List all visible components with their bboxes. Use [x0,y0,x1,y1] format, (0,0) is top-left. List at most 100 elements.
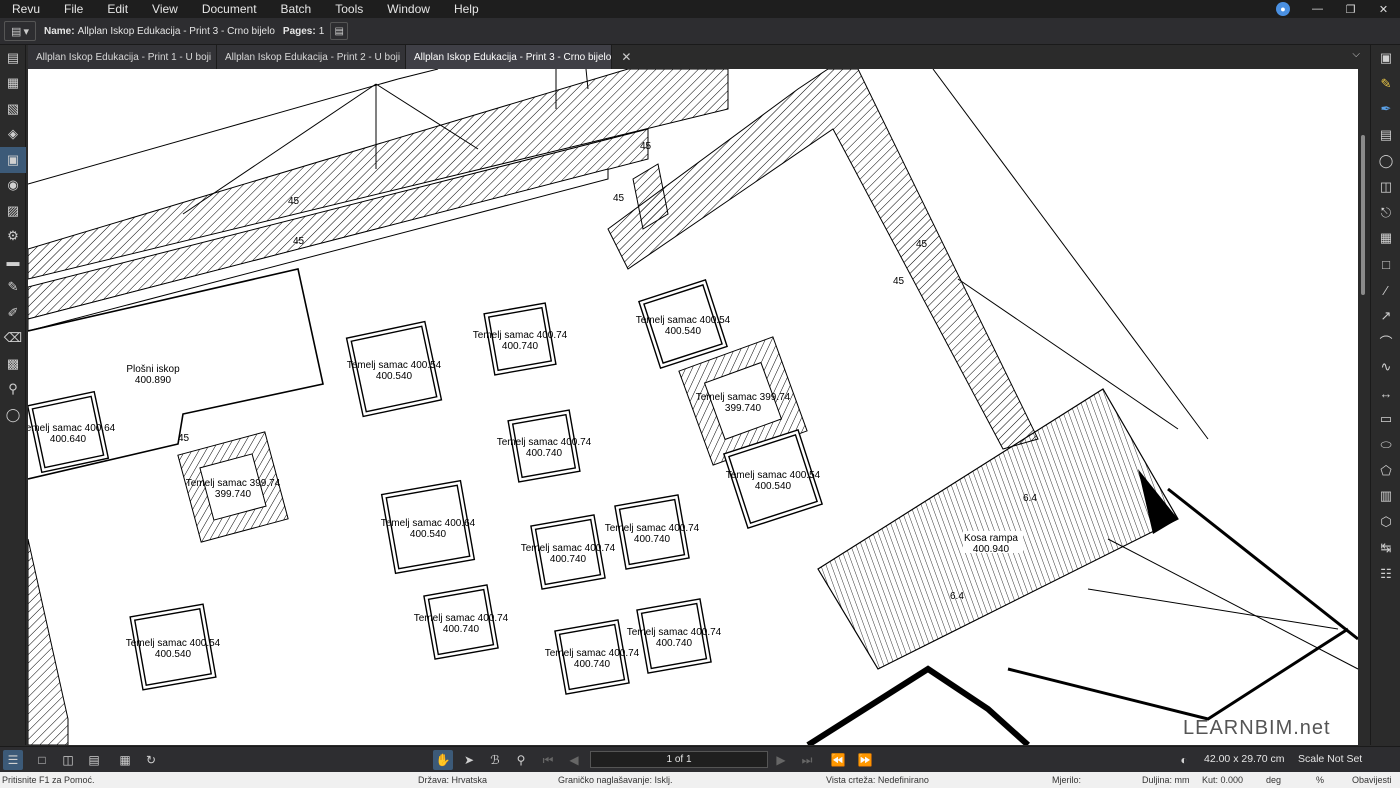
tab-list-chevron-icon[interactable]: ⌵ [1352,49,1360,60]
foundation-name: Temelj samac 400.54 [726,470,821,481]
forms-icon[interactable]: ✎ [0,275,26,301]
pan-hand-icon[interactable]: ✋ [433,750,453,770]
snapshot-icon[interactable]: □ [1371,251,1400,277]
foundation-elevation: 400.540 [665,326,702,337]
perimeter-icon[interactable]: ⬡ [1371,509,1400,535]
bookmarks-icon[interactable]: ▧ [0,96,26,122]
user-account-icon[interactable]: ● [1276,2,1290,16]
foundation-name: Temelj samac 400.54 [347,360,442,371]
split-horizontal-icon[interactable]: ▤ [84,750,104,770]
tool-chest-icon[interactable]: ▣ [0,147,26,173]
arrow-icon[interactable]: ↗ [1371,303,1400,329]
slope-label: 45 [288,196,300,207]
dimension-icon[interactable]: ↔ [1371,380,1400,406]
status-country: Država: Hrvatska [418,775,488,785]
menu-view[interactable]: View [140,0,190,18]
note-icon[interactable]: ◫ [1371,174,1400,200]
document-menu-button[interactable]: ▤ ▾ [4,21,36,41]
next-page-icon[interactable]: ▶ [771,750,791,770]
contrast-icon[interactable]: ◐ [1174,750,1194,770]
properties-icon[interactable]: ⚙ [0,224,26,250]
tab-label: Allplan Iskop Edukacija - Print 3 - Crno… [414,51,612,63]
plosni-iskop-elev: 400.890 [135,375,172,386]
stamp-icon[interactable]: ⎋ [1371,200,1400,226]
menu-help[interactable]: Help [442,0,491,18]
menu-window[interactable]: Window [375,0,442,18]
close-window-icon[interactable]: ✕ [1367,0,1400,18]
pen-icon[interactable]: ✒ [1371,97,1400,123]
name-value: Allplan Iskop Edukacija - Print 3 - Crno… [77,25,275,37]
slope-label: 45 [613,193,625,204]
menu-file[interactable]: File [52,0,95,18]
restore-icon[interactable]: ❐ [1334,0,1367,18]
sign-icon[interactable]: ✐ [0,300,26,326]
signatures-icon[interactable]: ▨ [0,198,26,224]
menu-document[interactable]: Document [190,0,269,18]
file-access-icon[interactable]: ▤ [0,45,26,71]
split-vertical-icon[interactable]: ◫ [58,750,78,770]
rectangle-icon[interactable]: ▭ [1371,406,1400,432]
foundation-elevation: 400.740 [526,448,563,459]
menu-batch[interactable]: Batch [269,0,324,18]
image-icon[interactable]: ▦ [1371,226,1400,252]
kosa-rampa-name: Kosa rampa [964,533,1018,544]
measurements-icon[interactable]: ▬ [0,249,26,275]
polygon-icon[interactable]: ⬠ [1371,458,1400,484]
drawing-canvas[interactable]: Plošni iskop 400.890 Kosa rampa 400.940 … [28,69,1358,745]
foundation-elevation: 400.640 [50,434,87,445]
first-page-icon[interactable]: ⏮ [538,750,558,770]
tab-print-3[interactable]: Allplan Iskop Edukacija - Print 3 - Crno… [406,45,631,69]
layers-icon[interactable]: ◈ [0,122,26,148]
previous-view-icon[interactable]: ⏪ [828,750,848,770]
ellipse-icon[interactable]: ⬭ [1371,432,1400,458]
line-icon[interactable]: ∕ [1371,277,1400,303]
vertical-scrollbar[interactable] [1361,135,1365,295]
search-icon[interactable]: ⚲ [0,377,26,403]
select-arrow-icon[interactable]: ➤ [459,750,479,770]
list-view-icon[interactable]: ☰ [3,750,23,770]
foundation-elevation: 400.540 [755,481,792,492]
tab-label: Allplan Iskop Edukacija - Print 1 - U bo… [36,51,212,63]
scale-status[interactable]: Scale Not Set [1298,753,1362,765]
cloud-icon[interactable]: ◯ [1371,148,1400,174]
foundation: Temelj samac 400.74400.740 [545,619,640,695]
page-setup-button[interactable]: ▤ [330,22,349,40]
prev-page-icon[interactable]: ◀ [564,750,584,770]
callout-icon[interactable]: ▤ [1371,122,1400,148]
menu-tools[interactable]: Tools [323,0,375,18]
eraser-icon[interactable]: ⌫ [0,326,26,352]
highlighter-icon[interactable]: ✎ [1371,71,1400,97]
close-tab-icon[interactable]: ✕ [621,50,631,64]
single-page-icon[interactable]: □ [32,750,52,770]
foundation-name: Temelj samac 400.64 [381,518,476,529]
zoom-icon[interactable]: ⚲ [511,750,531,770]
foundation-name: Temelj samac 399.74 [696,392,791,403]
arc-icon[interactable]: ⌒ [1371,329,1400,355]
thumbnails-icon[interactable]: ▦ [0,71,26,97]
text-box-icon[interactable]: ▣ [1371,45,1400,71]
menu-revu[interactable]: Revu [0,0,52,18]
length-measure-icon[interactable]: ↹ [1371,535,1400,561]
slope-label: 45 [640,141,652,152]
count-icon[interactable]: ☷ [1371,561,1400,587]
page-add-icon[interactable]: ▦ [115,750,135,770]
markups-list-icon[interactable]: ◉ [0,173,26,199]
tab-print-2[interactable]: Allplan Iskop Edukacija - Print 2 - U bo… [217,45,406,69]
status-angle: Kut: 0.000 [1202,775,1244,785]
status-help: Pritisnite F1 za Pomoć. [2,775,95,785]
tab-print-1[interactable]: Allplan Iskop Edukacija - Print 1 - U bo… [28,45,217,69]
area-measure-icon[interactable]: ▥ [1371,484,1400,510]
last-page-icon[interactable]: ⏭ [797,750,817,770]
polyline-icon[interactable]: ∿ [1371,355,1400,381]
sync-icon[interactable]: ↻ [141,750,161,770]
minimize-icon[interactable]: — [1301,0,1334,18]
links-icon[interactable]: ◯ [0,402,26,428]
menu-bar: Revu File Edit View Document Batch Tools… [0,0,1400,18]
foundation-name: Temelj samac 400.74 [414,613,509,624]
select-text-icon[interactable]: ℬ [485,750,505,770]
next-view-icon[interactable]: ⏩ [855,750,875,770]
status-view: Vista crteža: Nedefinirano [826,775,929,785]
page-number-field[interactable]: 1 of 1 [590,751,768,768]
studio-icon[interactable]: ▩ [0,351,26,377]
menu-edit[interactable]: Edit [95,0,140,18]
